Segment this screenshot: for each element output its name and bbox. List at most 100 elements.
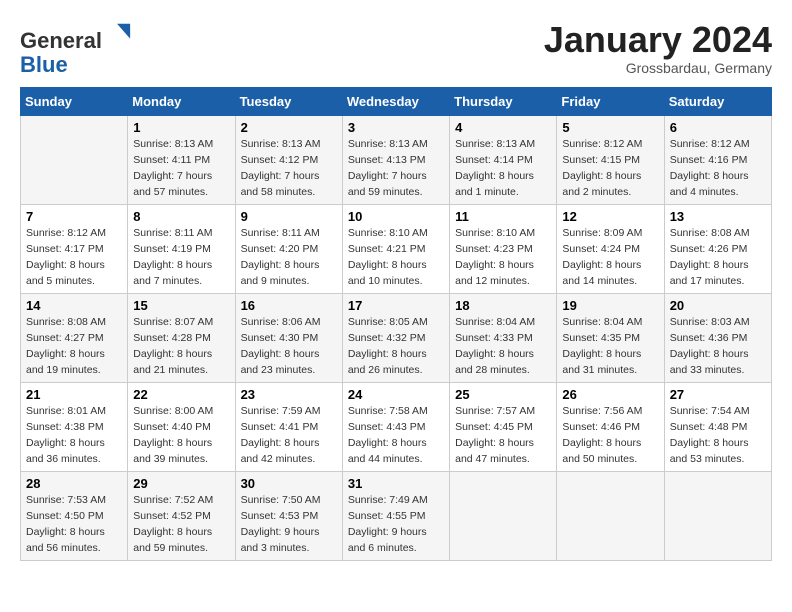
calendar-cell: 26 Sunrise: 7:56 AMSunset: 4:46 PMDayligh… xyxy=(557,383,664,472)
page-header: General Blue January 2024 Grossbardau, G… xyxy=(20,20,772,77)
day-number: 28 xyxy=(26,476,122,491)
calendar-cell: 6 Sunrise: 8:12 AMSunset: 4:16 PMDaylight… xyxy=(664,116,771,205)
logo-general-text: General xyxy=(20,28,102,53)
column-header-saturday: Saturday xyxy=(664,88,771,116)
day-info: Sunrise: 8:13 AMSunset: 4:13 PMDaylight:… xyxy=(348,137,444,200)
day-info: Sunrise: 7:49 AMSunset: 4:55 PMDaylight:… xyxy=(348,493,444,556)
day-number: 24 xyxy=(348,387,444,402)
day-number: 19 xyxy=(562,298,658,313)
day-info: Sunrise: 8:01 AMSunset: 4:38 PMDaylight:… xyxy=(26,404,122,467)
day-info: Sunrise: 8:04 AMSunset: 4:35 PMDaylight:… xyxy=(562,315,658,378)
calendar-cell: 11 Sunrise: 8:10 AMSunset: 4:23 PMDayligh… xyxy=(450,205,557,294)
day-info: Sunrise: 8:06 AMSunset: 4:30 PMDaylight:… xyxy=(241,315,337,378)
column-header-tuesday: Tuesday xyxy=(235,88,342,116)
week-row-2: 7Sunrise: 8:12 AMSunset: 4:17 PMDaylight… xyxy=(21,205,772,294)
calendar-cell: 9Sunrise: 8:11 AMSunset: 4:20 PMDaylight… xyxy=(235,205,342,294)
location-text: Grossbardau, Germany xyxy=(544,60,772,76)
day-number: 15 xyxy=(133,298,229,313)
column-header-wednesday: Wednesday xyxy=(342,88,449,116)
calendar-cell: 25 Sunrise: 7:57 AMSunset: 4:45 PMDayligh… xyxy=(450,383,557,472)
month-title: January 2024 xyxy=(544,20,772,60)
day-info: Sunrise: 8:08 AMSunset: 4:27 PMDaylight:… xyxy=(26,315,122,378)
day-info: Sunrise: 8:13 AMSunset: 4:11 PMDaylight:… xyxy=(133,137,229,200)
day-info: Sunrise: 8:12 AMSunset: 4:16 PMDaylight:… xyxy=(670,137,766,200)
day-info: Sunrise: 7:56 AMSunset: 4:46 PMDaylight:… xyxy=(562,404,658,467)
day-number: 29 xyxy=(133,476,229,491)
day-info: Sunrise: 8:04 AMSunset: 4:33 PMDaylight:… xyxy=(455,315,551,378)
calendar-cell xyxy=(450,472,557,561)
calendar-cell: 2Sunrise: 8:13 AMSunset: 4:12 PMDaylight… xyxy=(235,116,342,205)
day-number: 11 xyxy=(455,209,551,224)
calendar-cell: 24Sunrise: 7:58 AMSunset: 4:43 PMDayligh… xyxy=(342,383,449,472)
day-number: 21 xyxy=(26,387,122,402)
calendar-cell: 17 Sunrise: 8:05 AMSunset: 4:32 PMDayligh… xyxy=(342,294,449,383)
day-info: Sunrise: 8:10 AMSunset: 4:23 PMDaylight:… xyxy=(455,226,551,289)
calendar-cell xyxy=(664,472,771,561)
calendar-cell: 12Sunrise: 8:09 AMSunset: 4:24 PMDayligh… xyxy=(557,205,664,294)
logo: General Blue xyxy=(20,20,132,77)
day-info: Sunrise: 8:00 AMSunset: 4:40 PMDaylight:… xyxy=(133,404,229,467)
day-number: 26 xyxy=(562,387,658,402)
day-number: 8 xyxy=(133,209,229,224)
day-info: Sunrise: 7:54 AMSunset: 4:48 PMDaylight:… xyxy=(670,404,766,467)
calendar-cell: 23 Sunrise: 7:59 AMSunset: 4:41 PMDayligh… xyxy=(235,383,342,472)
day-info: Sunrise: 8:13 AMSunset: 4:12 PMDaylight:… xyxy=(241,137,337,200)
calendar-header-row: SundayMondayTuesdayWednesdayThursdayFrid… xyxy=(21,88,772,116)
calendar-cell xyxy=(21,116,128,205)
calendar-cell: 31 Sunrise: 7:49 AMSunset: 4:55 PMDayligh… xyxy=(342,472,449,561)
day-info: Sunrise: 7:52 AMSunset: 4:52 PMDaylight:… xyxy=(133,493,229,556)
day-number: 3 xyxy=(348,120,444,135)
calendar-cell: 13Sunrise: 8:08 AMSunset: 4:26 PMDayligh… xyxy=(664,205,771,294)
day-info: Sunrise: 8:05 AMSunset: 4:32 PMDaylight:… xyxy=(348,315,444,378)
calendar-cell: 1Sunrise: 8:13 AMSunset: 4:11 PMDaylight… xyxy=(128,116,235,205)
day-number: 14 xyxy=(26,298,122,313)
day-info: Sunrise: 7:59 AMSunset: 4:41 PMDaylight:… xyxy=(241,404,337,467)
day-info: Sunrise: 8:11 AMSunset: 4:19 PMDaylight:… xyxy=(133,226,229,289)
column-header-thursday: Thursday xyxy=(450,88,557,116)
day-info: Sunrise: 7:53 AMSunset: 4:50 PMDaylight:… xyxy=(26,493,122,556)
day-number: 12 xyxy=(562,209,658,224)
day-info: Sunrise: 8:10 AMSunset: 4:21 PMDaylight:… xyxy=(348,226,444,289)
column-header-friday: Friday xyxy=(557,88,664,116)
day-number: 4 xyxy=(455,120,551,135)
calendar-cell: 22 Sunrise: 8:00 AMSunset: 4:40 PMDayligh… xyxy=(128,383,235,472)
logo-icon xyxy=(104,20,132,48)
calendar-cell: 8 Sunrise: 8:11 AMSunset: 4:19 PMDaylight… xyxy=(128,205,235,294)
day-number: 20 xyxy=(670,298,766,313)
calendar-cell: 4Sunrise: 8:13 AMSunset: 4:14 PMDaylight… xyxy=(450,116,557,205)
day-info: Sunrise: 8:11 AMSunset: 4:20 PMDaylight:… xyxy=(241,226,337,289)
day-number: 17 xyxy=(348,298,444,313)
day-info: Sunrise: 7:57 AMSunset: 4:45 PMDaylight:… xyxy=(455,404,551,467)
calendar-cell: 3 Sunrise: 8:13 AMSunset: 4:13 PMDaylight… xyxy=(342,116,449,205)
calendar-cell: 15 Sunrise: 8:07 AMSunset: 4:28 PMDayligh… xyxy=(128,294,235,383)
day-info: Sunrise: 8:08 AMSunset: 4:26 PMDaylight:… xyxy=(670,226,766,289)
day-info: Sunrise: 8:07 AMSunset: 4:28 PMDaylight:… xyxy=(133,315,229,378)
calendar-table: SundayMondayTuesdayWednesdayThursdayFrid… xyxy=(20,87,772,561)
calendar-cell: 19 Sunrise: 8:04 AMSunset: 4:35 PMDayligh… xyxy=(557,294,664,383)
day-info: Sunrise: 8:03 AMSunset: 4:36 PMDaylight:… xyxy=(670,315,766,378)
title-block: January 2024 Grossbardau, Germany xyxy=(544,20,772,76)
calendar-cell: 29 Sunrise: 7:52 AMSunset: 4:52 PMDayligh… xyxy=(128,472,235,561)
calendar-cell: 7Sunrise: 8:12 AMSunset: 4:17 PMDaylight… xyxy=(21,205,128,294)
calendar-cell: 27 Sunrise: 7:54 AMSunset: 4:48 PMDayligh… xyxy=(664,383,771,472)
column-header-sunday: Sunday xyxy=(21,88,128,116)
day-number: 6 xyxy=(670,120,766,135)
calendar-cell xyxy=(557,472,664,561)
day-number: 30 xyxy=(241,476,337,491)
day-number: 31 xyxy=(348,476,444,491)
column-header-monday: Monday xyxy=(128,88,235,116)
day-number: 25 xyxy=(455,387,551,402)
day-number: 18 xyxy=(455,298,551,313)
week-row-4: 21 Sunrise: 8:01 AMSunset: 4:38 PMDayligh… xyxy=(21,383,772,472)
calendar-cell: 21 Sunrise: 8:01 AMSunset: 4:38 PMDayligh… xyxy=(21,383,128,472)
day-number: 23 xyxy=(241,387,337,402)
calendar-cell: 18 Sunrise: 8:04 AMSunset: 4:33 PMDayligh… xyxy=(450,294,557,383)
calendar-cell: 16 Sunrise: 8:06 AMSunset: 4:30 PMDayligh… xyxy=(235,294,342,383)
week-row-5: 28 Sunrise: 7:53 AMSunset: 4:50 PMDayligh… xyxy=(21,472,772,561)
day-number: 16 xyxy=(241,298,337,313)
day-number: 22 xyxy=(133,387,229,402)
calendar-cell: 30Sunrise: 7:50 AMSunset: 4:53 PMDayligh… xyxy=(235,472,342,561)
day-info: Sunrise: 8:12 AMSunset: 4:15 PMDaylight:… xyxy=(562,137,658,200)
calendar-cell: 28 Sunrise: 7:53 AMSunset: 4:50 PMDayligh… xyxy=(21,472,128,561)
day-number: 27 xyxy=(670,387,766,402)
